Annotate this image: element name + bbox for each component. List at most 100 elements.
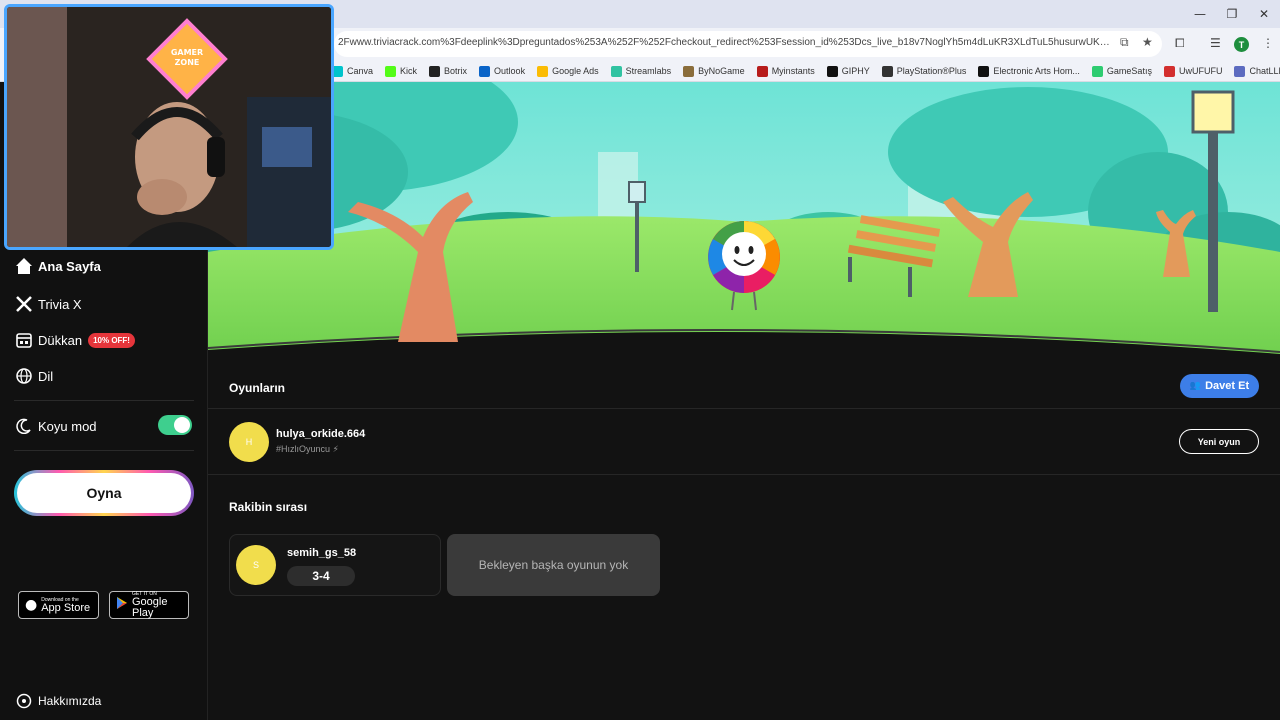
bookmark-label: Outlook <box>494 66 526 76</box>
address-bar[interactable]: 2Fwww.triviacrack.com%3Fdeeplink%3Dpregu… <box>334 31 1162 57</box>
bookmark-label: ChatLLM Teams <box>1249 66 1280 76</box>
bookmark-label: UwUFUFU <box>1178 66 1223 76</box>
main-content: Oyunların 👥 Davet Et H hulya_orkide.664 … <box>208 360 1280 720</box>
bookmark-label: Streamlabs <box>625 66 672 76</box>
home-icon <box>14 256 34 276</box>
sidebar-item-label: Dil <box>38 368 54 384</box>
app-store-big-text: App Store <box>41 601 91 614</box>
bookmark-item[interactable]: Kick <box>385 65 417 77</box>
bookmark-favicon-icon <box>537 65 549 77</box>
bookmark-item[interactable]: Electronic Arts Hom... <box>978 65 1080 77</box>
bookmark-item[interactable]: Botrix <box>429 65 468 77</box>
play-button-frame: Oyna <box>14 470 194 516</box>
bookmark-item[interactable]: Streamlabs <box>610 65 672 77</box>
bookmark-item[interactable]: PlayStation®Plus <box>881 65 966 77</box>
sidebar-item-label: Dükkan <box>38 332 83 348</box>
x-icon <box>14 294 34 314</box>
app-store-button[interactable]: ● Download on the App Store <box>18 591 99 619</box>
shop-icon <box>14 330 34 350</box>
restore-icon[interactable]: ❐ <box>1216 0 1248 28</box>
bookmark-star-icon[interactable]: ★ <box>1142 35 1153 49</box>
google-play-button[interactable]: GET IT ON Google Play <box>109 591 189 619</box>
sidebar-item-language[interactable]: Dil <box>14 366 53 386</box>
sidebar-item-trivia-x[interactable]: Trivia X <box>14 294 82 314</box>
google-play-big-text: Google Play <box>132 596 168 619</box>
bookmark-label: GIPHY <box>841 66 870 76</box>
profile-avatar[interactable]: T <box>1234 37 1249 52</box>
bookmark-favicon-icon <box>1234 65 1246 77</box>
sidebar-item-about[interactable]: Hakkımızda <box>14 691 101 711</box>
reading-list-icon[interactable]: ☰ <box>1210 36 1221 50</box>
globe-icon <box>14 366 34 386</box>
new-game-button[interactable]: Yeni oyun <box>1179 429 1259 454</box>
sidebar-item-shop[interactable]: Dükkan 10% OFF! <box>14 330 135 350</box>
dark-mode-row: Koyu mod <box>14 416 97 436</box>
bookmark-favicon-icon <box>756 65 768 77</box>
bookmark-favicon-icon <box>978 65 990 77</box>
games-section-title: Oyunların <box>229 381 286 395</box>
close-icon[interactable]: ✕ <box>1248 0 1280 28</box>
invite-label: Davet Et <box>1205 380 1250 392</box>
bookmark-item[interactable]: GIPHY <box>826 65 870 77</box>
dark-mode-toggle[interactable] <box>158 415 192 435</box>
install-app-icon[interactable]: ⧉ <box>1120 35 1129 50</box>
sidebar: Ana Sayfa Trivia X Dükkan 10% OFF! Dil K… <box>0 250 208 720</box>
bookmark-favicon-icon <box>1163 65 1175 77</box>
dark-mode-label: Koyu mod <box>38 418 97 434</box>
bookmark-favicon-icon <box>1091 65 1103 77</box>
sidebar-item-home[interactable]: Ana Sayfa <box>14 256 101 276</box>
bookmark-item[interactable]: GameSatış <box>1091 65 1152 77</box>
webcam-overlay: GAMER ZONE <box>4 4 334 250</box>
bookmark-favicon-icon <box>385 65 397 77</box>
streamer-video: GAMER ZONE <box>7 7 331 247</box>
sidebar-item-label: Hakkımızda <box>38 694 102 708</box>
opponent-game-card[interactable]: S semih_gs_58 3-4 <box>229 534 441 596</box>
bookmark-item[interactable]: Outlook <box>479 65 526 77</box>
bookmark-label: Electronic Arts Hom... <box>993 66 1080 76</box>
bookmark-label: Botrix <box>444 66 468 76</box>
url-text[interactable]: 2Fwww.triviacrack.com%3Fdeeplink%3Dpregu… <box>338 37 1113 48</box>
bookmarks-list: Canva Kick Botrix Outlook Google Ads Streamla… <box>332 60 1280 82</box>
avatar: S <box>236 545 276 585</box>
bookmark-item[interactable]: Myinstants <box>756 65 815 77</box>
bookmark-item[interactable]: Canva <box>332 65 373 77</box>
bookmark-label: ByNoGame <box>698 66 745 76</box>
bookmark-label: Myinstants <box>771 66 815 76</box>
opponent-turn-title: Rakibin sırası <box>229 500 308 514</box>
gamer-zone-sign: GAMER <box>171 48 203 57</box>
bookmark-item[interactable]: ByNoGame <box>683 65 745 77</box>
discount-badge: 10% OFF! <box>88 332 135 348</box>
sidebar-divider <box>14 450 194 451</box>
menu-kebab-icon[interactable]: ⋮ <box>1262 36 1274 50</box>
invite-button[interactable]: 👥 Davet Et <box>1180 374 1259 398</box>
svg-text:ZONE: ZONE <box>175 58 200 67</box>
hero-park-illustration <box>208 82 1280 360</box>
toggle-knob <box>174 417 190 433</box>
bookmark-favicon-icon <box>881 65 893 77</box>
bookmark-favicon-icon <box>826 65 838 77</box>
section-divider <box>208 474 1280 475</box>
section-divider <box>208 408 1280 409</box>
no-pending-games-card: Bekleyen başka oyunun yok <box>447 534 660 596</box>
bookmark-label: Google Ads <box>552 66 599 76</box>
park-scene <box>208 82 1280 360</box>
bookmark-label: GameSatış <box>1106 66 1152 76</box>
sidebar-item-label: Ana Sayfa <box>38 258 101 274</box>
sidebar-divider <box>14 400 194 401</box>
bookmark-item[interactable]: UwUFUFU <box>1163 65 1223 77</box>
minimize-icon[interactable]: — <box>1184 0 1216 28</box>
extensions-icon[interactable]: ⧠ <box>1175 36 1185 51</box>
opponent-name: semih_gs_58 <box>287 547 357 559</box>
apple-icon: ● <box>25 597 38 613</box>
play-button[interactable]: Oyna <box>17 473 191 513</box>
bookmark-favicon-icon <box>610 65 622 77</box>
bookmark-favicon-icon <box>479 65 491 77</box>
bookmark-favicon-icon <box>429 65 441 77</box>
google-play-icon <box>116 596 128 615</box>
bookmark-favicon-icon <box>683 65 695 77</box>
bookmark-item[interactable]: ChatLLM Teams <box>1234 65 1280 77</box>
bookmark-item[interactable]: Google Ads <box>537 65 599 77</box>
player-name: hulya_orkide.664 <box>276 428 366 440</box>
users-icon: 👥 <box>1189 381 1202 391</box>
sidebar-item-label: Trivia X <box>38 296 82 312</box>
